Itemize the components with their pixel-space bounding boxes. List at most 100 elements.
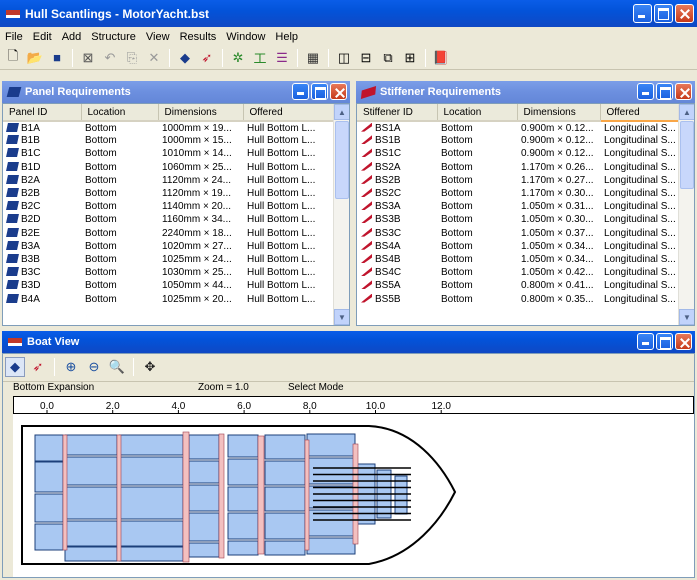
col-location[interactable]: Location bbox=[437, 104, 518, 122]
table-row[interactable]: B3C Bottom 1030mm × 25... Hull Bottom L... bbox=[3, 266, 335, 279]
minimize-button[interactable] bbox=[633, 4, 652, 23]
boat-canvas[interactable] bbox=[13, 414, 694, 577]
menu-results[interactable]: Results bbox=[180, 31, 217, 43]
table-row[interactable]: BS2B Bottom 1.170m × 0.27... Longitudinal S… bbox=[357, 174, 680, 187]
boat-maximize-button[interactable] bbox=[656, 333, 673, 350]
stiffener-mode-icon[interactable]: ➶ bbox=[28, 357, 48, 377]
col-location[interactable]: Location bbox=[81, 104, 159, 122]
stiffener-icon[interactable]: ➶ bbox=[197, 48, 217, 68]
girder-icon[interactable]: 工 bbox=[250, 48, 270, 68]
menu-add[interactable]: Add bbox=[62, 31, 82, 43]
hull-panel[interactable] bbox=[64, 546, 118, 562]
layers-icon[interactable]: ☰ bbox=[272, 48, 292, 68]
open-icon[interactable]: 📂 bbox=[25, 48, 45, 68]
table-row[interactable]: BS3B Bottom 1.050m × 0.30... Longitudinal S… bbox=[357, 213, 680, 226]
hull-panel[interactable] bbox=[264, 434, 306, 460]
undo-icon[interactable]: ↶ bbox=[100, 48, 120, 68]
fit-icon[interactable]: ⊠ bbox=[78, 48, 98, 68]
boat-close-button[interactable] bbox=[675, 333, 692, 350]
panel-mode-icon[interactable]: ◆ bbox=[5, 357, 25, 377]
hull-panel[interactable] bbox=[306, 485, 356, 509]
hull-stiffener[interactable] bbox=[257, 435, 265, 555]
panel-scrollbar[interactable]: ▲ ▼ bbox=[333, 104, 349, 325]
hull-panel[interactable] bbox=[34, 461, 64, 493]
hull-panel[interactable] bbox=[34, 493, 64, 523]
zoom-out-icon[interactable]: ⊖ bbox=[84, 357, 104, 377]
hull-panel[interactable] bbox=[34, 434, 64, 462]
scroll-up-icon[interactable]: ▲ bbox=[334, 104, 349, 120]
hull-panel[interactable] bbox=[227, 512, 259, 540]
zoom-fit-icon[interactable]: 🔍 bbox=[107, 357, 127, 377]
panel-close-button[interactable] bbox=[330, 83, 347, 100]
menu-file[interactable]: File bbox=[5, 31, 23, 43]
scroll-down-icon[interactable]: ▼ bbox=[334, 309, 349, 325]
stiffener-maximize-button[interactable] bbox=[656, 83, 673, 100]
table-row[interactable]: BS3C Bottom 1.050m × 0.37... Longitudinal S… bbox=[357, 227, 680, 240]
table-row[interactable]: BS4B Bottom 1.050m × 0.34... Longitudinal S… bbox=[357, 253, 680, 266]
hull-stiffener[interactable] bbox=[304, 439, 310, 551]
table-row[interactable]: BS1C Bottom 0.900m × 0.12... Longitudinal S… bbox=[357, 147, 680, 160]
table-row[interactable]: B1A Bottom 1000mm × 19... Hull Bottom L... bbox=[3, 121, 335, 134]
table-row[interactable]: BS4C Bottom 1.050m × 0.42... Longitudinal S… bbox=[357, 266, 680, 279]
new-icon[interactable]: 🗋 bbox=[3, 48, 23, 68]
table-row[interactable]: B1C Bottom 1010mm × 14... Hull Bottom L... bbox=[3, 147, 335, 160]
table-row[interactable]: B4A Bottom 1025mm × 20... Hull Bottom L... bbox=[3, 292, 335, 305]
stiffener-scrollbar[interactable]: ▲ ▼ bbox=[678, 104, 694, 325]
hull-panel[interactable] bbox=[306, 537, 356, 555]
menu-window[interactable]: Window bbox=[226, 31, 265, 43]
hull-panel[interactable] bbox=[34, 523, 64, 551]
hull-panel[interactable] bbox=[64, 520, 118, 547]
save-icon[interactable]: ■ bbox=[47, 48, 67, 68]
calculator-icon[interactable]: ▦ bbox=[303, 48, 323, 68]
copy-icon[interactable]: ⎘ bbox=[122, 48, 142, 68]
col-dimensions[interactable]: Dimensions bbox=[517, 104, 601, 122]
hull-panel[interactable] bbox=[118, 546, 184, 562]
table-row[interactable]: B2E Bottom 2240mm × 18... Hull Bottom L... bbox=[3, 227, 335, 240]
table-row[interactable]: BS5A Bottom 0.800m × 0.41... Longitudinal S… bbox=[357, 279, 680, 292]
stiffener-close-button[interactable] bbox=[675, 83, 692, 100]
view3-icon[interactable]: ⧉ bbox=[378, 48, 398, 68]
book-icon[interactable]: 📕 bbox=[431, 48, 451, 68]
menu-view[interactable]: View bbox=[146, 31, 170, 43]
hull-panel[interactable] bbox=[64, 486, 118, 520]
table-row[interactable]: BS3A Bottom 1.050m × 0.31... Longitudinal S… bbox=[357, 200, 680, 213]
menu-structure[interactable]: Structure bbox=[91, 31, 136, 43]
hull-stiffener[interactable] bbox=[62, 434, 68, 551]
delete-icon[interactable]: ✕ bbox=[144, 48, 164, 68]
close-button[interactable] bbox=[675, 4, 694, 23]
hull-panel[interactable] bbox=[227, 486, 259, 512]
table-row[interactable]: B2C Bottom 1140mm × 20... Hull Bottom L... bbox=[3, 200, 335, 213]
frame-icon[interactable]: ✲ bbox=[228, 48, 248, 68]
hull-stiffener[interactable] bbox=[218, 433, 225, 559]
boat-view-titlebar[interactable]: Boat View bbox=[2, 331, 695, 353]
hull-panel[interactable] bbox=[227, 458, 259, 486]
maximize-button[interactable] bbox=[654, 4, 673, 23]
table-row[interactable]: BS5B Bottom 0.800m × 0.35... Longitudinal S… bbox=[357, 292, 680, 305]
boat-minimize-button[interactable] bbox=[637, 333, 654, 350]
col-dimensions[interactable]: Dimensions bbox=[158, 104, 244, 122]
table-row[interactable]: B2D Bottom 1160mm × 34... Hull Bottom L... bbox=[3, 213, 335, 226]
hull-panel[interactable] bbox=[264, 540, 306, 556]
panel-icon[interactable]: ◆ bbox=[175, 48, 195, 68]
hull-panel[interactable] bbox=[306, 457, 356, 485]
hull-panel[interactable] bbox=[264, 486, 306, 512]
zoom-in-icon[interactable]: ⊕ bbox=[61, 357, 81, 377]
hull-panel[interactable] bbox=[188, 512, 220, 542]
col-panel-id[interactable]: Panel ID bbox=[3, 104, 82, 122]
hull-stiffener[interactable] bbox=[182, 431, 190, 563]
scroll-thumb[interactable] bbox=[335, 121, 349, 199]
table-row[interactable]: B2A Bottom 1120mm × 24... Hull Bottom L... bbox=[3, 174, 335, 187]
stiffener-minimize-button[interactable] bbox=[637, 83, 654, 100]
scroll-thumb[interactable] bbox=[680, 121, 694, 189]
table-row[interactable]: B1B Bottom 1000mm × 15... Hull Bottom L... bbox=[3, 134, 335, 147]
hull-stiffener[interactable] bbox=[116, 434, 122, 562]
col-offered[interactable]: Offered bbox=[243, 104, 336, 122]
stiffener-requirements-titlebar[interactable]: Stiffener Requirements bbox=[356, 81, 695, 103]
panel-minimize-button[interactable] bbox=[292, 83, 309, 100]
hull-panel[interactable] bbox=[118, 434, 184, 456]
table-row[interactable]: B3D Bottom 1050mm × 44... Hull Bottom L... bbox=[3, 279, 335, 292]
panel-maximize-button[interactable] bbox=[311, 83, 328, 100]
hull-panel[interactable] bbox=[306, 433, 356, 457]
table-row[interactable]: BS2C Bottom 1.170m × 0.30... Longitudinal S… bbox=[357, 187, 680, 200]
hull-panel[interactable] bbox=[188, 484, 220, 512]
